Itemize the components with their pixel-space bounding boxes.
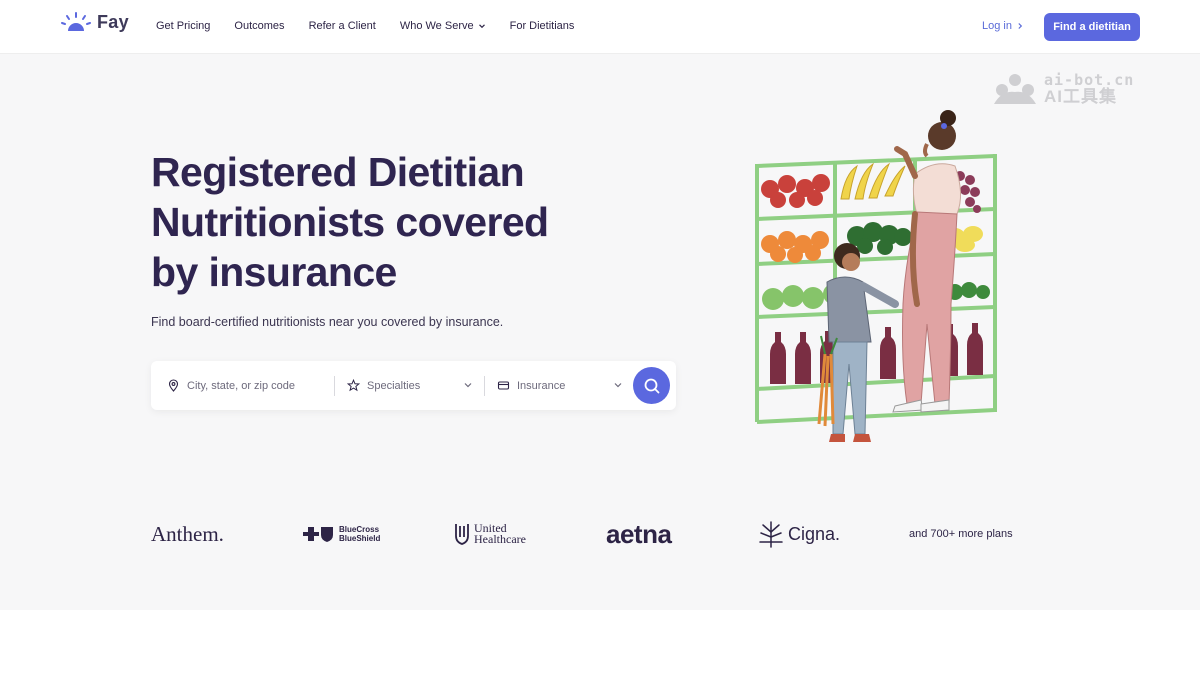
grocery-illustration [755, 110, 997, 442]
search-divider [334, 376, 335, 396]
watermark-text: ai-bot.cn AI工具集 [1044, 71, 1135, 106]
nav-get-pricing[interactable]: Get Pricing [156, 20, 210, 32]
hero-headline: Registered Dietitian Nutritionists cover… [151, 149, 549, 295]
insurer-logos: Anthem. BlueCross BlueShield United Heal… [0, 514, 1200, 554]
nav-outcomes[interactable]: Outcomes [234, 20, 284, 32]
specialties-select[interactable]: Specialties [347, 361, 477, 410]
cigna-text: Cigna. [788, 523, 841, 544]
find-dietitian-button[interactable]: Find a dietitian [1044, 13, 1140, 41]
search-divider [484, 376, 485, 396]
anthem-logo: Anthem. [151, 521, 224, 546]
watermark-line1: ai-bot.cn [1044, 71, 1135, 89]
login-link[interactable]: Log in [982, 20, 1024, 32]
insurance-select[interactable]: Insurance [497, 361, 627, 410]
insurance-chevron-icon [614, 383, 622, 388]
nav-refer-client[interactable]: Refer a Client [309, 20, 376, 32]
search-button[interactable] [633, 367, 670, 404]
insurance-label: Insurance [517, 379, 566, 392]
aetna-logo: aetna [606, 518, 672, 549]
cigna-tree-icon [759, 521, 783, 548]
search-icon [644, 378, 659, 393]
location-placeholder: City, state, or zip code [187, 379, 296, 392]
top-nav: Fay Get Pricing Outcomes Refer a Client … [0, 0, 1200, 54]
nav-who-we-serve[interactable]: Who We Serve [400, 20, 486, 32]
hero-section: ai-bot.cn AI工具集 Registered Dietitian Nut… [0, 54, 1200, 610]
more-plans-text: and 700+ more plans [909, 528, 1013, 540]
uhc-shield-icon [455, 524, 469, 545]
sun-logo-icon [61, 12, 91, 31]
star-icon [347, 379, 360, 392]
nav-for-dietitians[interactable]: For Dietitians [510, 20, 575, 32]
watermark: ai-bot.cn AI工具集 [992, 72, 1134, 106]
nav-who-we-serve-label: Who We Serve [399, 20, 474, 32]
watermark-line2: AI工具集 [1044, 87, 1117, 106]
location-field[interactable]: City, state, or zip code [167, 361, 337, 410]
logo-text: Fay [97, 11, 129, 32]
uhc-text: United Healthcare [474, 522, 526, 546]
specialties-chevron-icon [464, 383, 472, 388]
watermark-logo-icon [994, 74, 1036, 104]
hero-subtitle: Find board-certified nutritionists near … [151, 315, 504, 329]
fay-logo[interactable]: Fay [60, 11, 129, 33]
specialties-label: Specialties [367, 379, 421, 392]
cigna-logo: Cigna. [758, 514, 840, 554]
search-bar: City, state, or zip code Specialties Ins… [151, 361, 676, 410]
credit-card-icon [497, 381, 510, 390]
map-pin-icon [168, 379, 179, 392]
chevron-down-icon [478, 24, 485, 29]
nav-links: Get Pricing Outcomes Refer a Client Who … [156, 20, 598, 32]
bcbs-cross-shield-icon [303, 527, 333, 542]
uhc-line2: Healthcare [474, 532, 526, 546]
bcbs-line2: BlueShield [339, 534, 381, 543]
united-healthcare-logo: United Healthcare [455, 514, 526, 554]
login-label: Log in [982, 20, 1012, 32]
bcbs-line1: BlueCross [339, 525, 380, 534]
chevron-right-icon [1018, 23, 1023, 29]
bcbs-logo: BlueCross BlueShield [303, 514, 380, 554]
bcbs-text: BlueCross BlueShield [339, 525, 380, 543]
